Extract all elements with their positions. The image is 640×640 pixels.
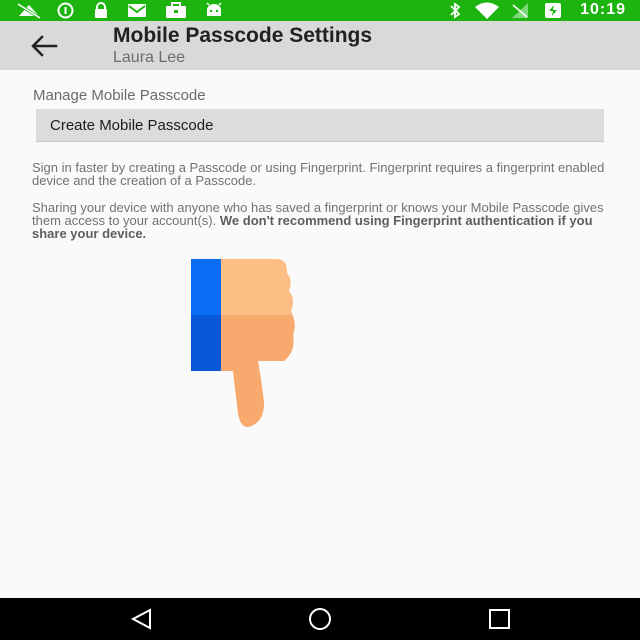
status-bar: 10:19 [0,0,640,21]
no-signal-icon [512,3,528,18]
nav-recents-icon[interactable] [487,607,513,631]
back-button[interactable] [28,33,60,59]
wifi-icon [475,2,499,19]
battery-charging-icon [545,3,561,18]
lock-icon [95,2,107,18]
app-bar: Mobile Passcode Settings Laura Lee [0,21,640,70]
bluetooth-icon [450,2,461,19]
signal-off-icon [17,2,41,19]
create-passcode-button[interactable]: Create Mobile Passcode [36,109,604,142]
section-label: Manage Mobile Passcode [33,87,206,104]
navigation-bar [0,598,640,640]
status-time: 10:19 [580,1,626,18]
info-paragraph: Sign in faster by creating a Passcode or… [32,160,605,188]
mail-icon [128,4,146,17]
thumbs-down-icon [191,259,295,427]
android-icon [206,2,222,16]
nav-back-icon[interactable] [128,607,154,631]
page-title: Mobile Passcode Settings [113,24,373,47]
nav-home-icon[interactable] [307,607,333,631]
info-circle-icon [57,2,74,19]
warning-paragraph: Sharing your device with anyone who has … [32,201,612,240]
briefcase-icon [166,2,186,18]
page-subtitle: Laura Lee [113,49,186,66]
